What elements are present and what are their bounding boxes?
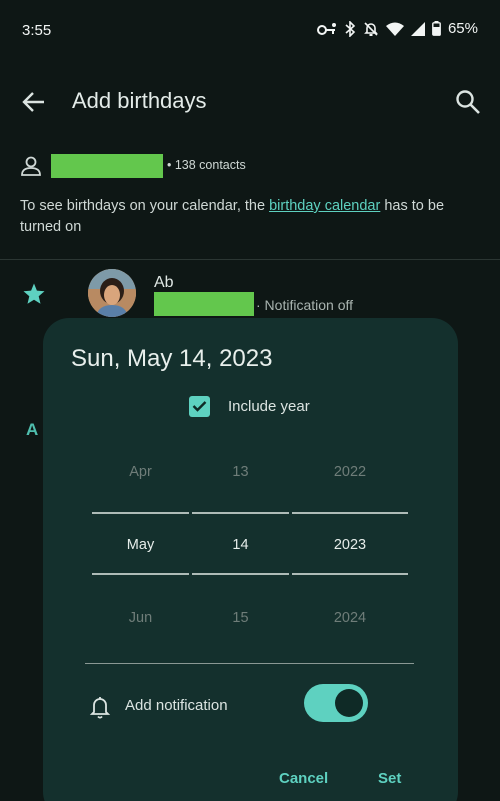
section-letter: A — [26, 420, 39, 439]
month-current[interactable]: May — [92, 537, 189, 553]
include-year-label: Include year — [228, 397, 310, 415]
bell-icon — [89, 697, 111, 719]
year-next[interactable]: 2024 — [292, 610, 408, 626]
bluetooth-icon — [345, 20, 356, 37]
birthday-calendar-link[interactable]: birthday calendar — [269, 198, 380, 214]
contact-detail-redacted — [154, 292, 254, 316]
year-prev[interactable]: 2022 — [292, 464, 408, 480]
search-icon[interactable] — [454, 88, 482, 116]
birthday-calendar-info: To see birthdays on your calendar, the b… — [20, 196, 480, 238]
year-picker[interactable]: 2022 2023 2024 — [292, 450, 408, 650]
include-year-row[interactable]: Include year — [189, 394, 310, 418]
app-bar: Add birthdays — [0, 78, 500, 126]
notifications-off-icon — [364, 21, 378, 36]
contacts-count: • 138 contacts — [167, 158, 246, 172]
divider — [0, 259, 500, 260]
set-button[interactable]: Set — [378, 770, 401, 787]
signal-icon — [410, 21, 425, 36]
vpn-key-icon — [316, 22, 336, 35]
include-year-checkbox[interactable] — [189, 395, 210, 417]
status-time: 3:55 — [22, 22, 52, 39]
month-prev[interactable]: Apr — [92, 464, 189, 480]
battery-percent: 65% — [447, 20, 478, 37]
add-notification-label: Add notification — [125, 697, 228, 714]
month-picker-line-bottom — [92, 573, 189, 575]
cancel-button[interactable]: Cancel — [279, 770, 328, 787]
month-picker[interactable]: Apr May Jun — [92, 450, 189, 650]
day-picker[interactable]: 13 14 15 — [192, 450, 289, 650]
contact-name: Ab — [154, 274, 174, 291]
status-icons: 65% — [316, 20, 478, 37]
battery-icon — [432, 21, 441, 36]
star-icon[interactable] — [22, 282, 46, 306]
check-icon — [192, 401, 207, 412]
info-text-before: To see birthdays on your calendar, the — [20, 198, 270, 214]
status-bar: 3:55 65% — [0, 0, 500, 62]
dialog-date: Sun, May 14, 2023 — [71, 345, 273, 372]
birthday-date-dialog: Sun, May 14, 2023 Include year Apr May J… — [43, 318, 458, 801]
person-icon — [21, 156, 41, 176]
toggle-knob — [335, 689, 363, 717]
arrow-back-icon[interactable] — [20, 88, 48, 116]
notification-toggle[interactable] — [304, 684, 368, 722]
account-name-redacted — [51, 154, 163, 178]
dialog-separator — [85, 663, 414, 664]
month-next[interactable]: Jun — [92, 610, 189, 626]
year-current[interactable]: 2023 — [292, 537, 408, 553]
wifi-icon — [385, 22, 404, 36]
page-title: Add birthdays — [72, 88, 207, 113]
contact-notification-status: · Notification off — [256, 297, 354, 313]
day-current[interactable]: 14 — [192, 537, 289, 553]
year-picker-line-top — [292, 512, 408, 514]
year-picker-line-bottom — [292, 573, 408, 575]
day-picker-line-bottom — [192, 573, 289, 575]
day-next[interactable]: 15 — [192, 610, 289, 626]
avatar — [88, 269, 136, 317]
day-prev[interactable]: 13 — [192, 464, 289, 480]
day-picker-line-top — [192, 512, 289, 514]
month-picker-line-top — [92, 512, 189, 514]
